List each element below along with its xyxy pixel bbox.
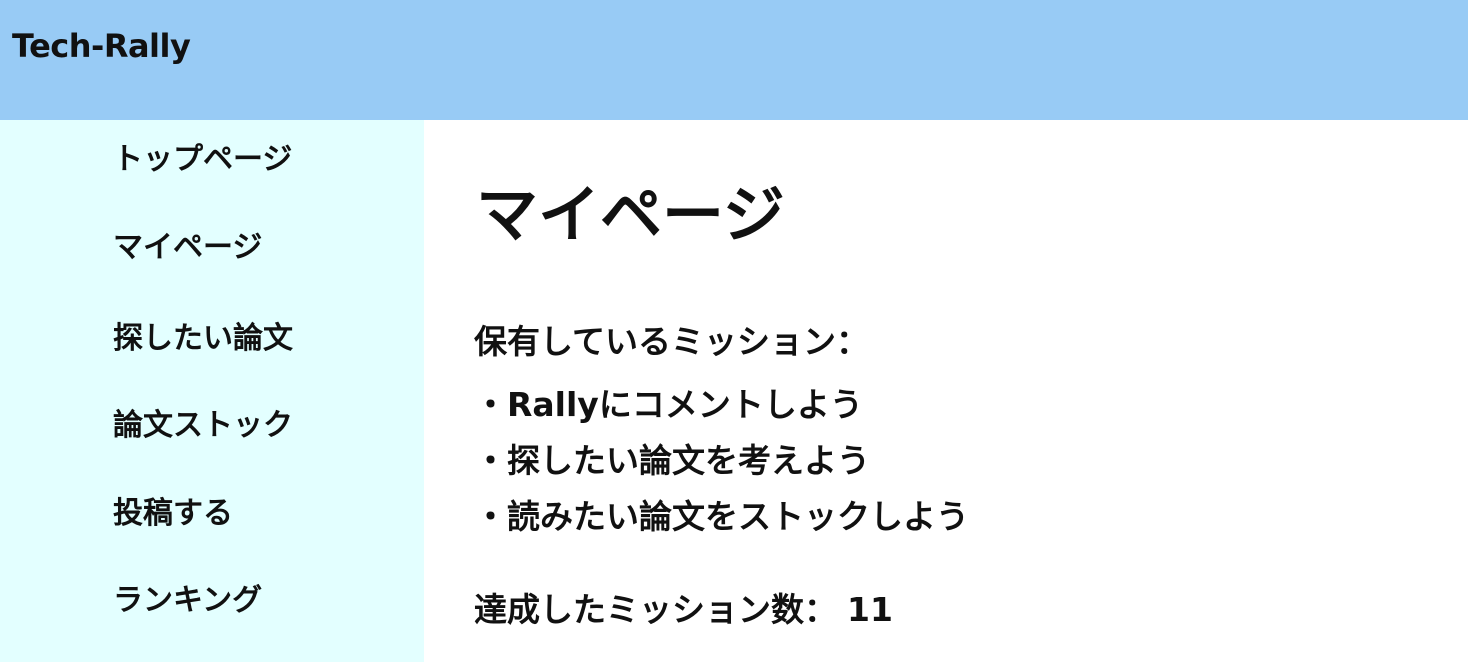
mission-item: ・読みたい論文をストックしよう (474, 497, 969, 536)
mission-item: ・Rallyにコメントしよう (474, 385, 863, 424)
page-title: マイページ (476, 178, 785, 251)
sidebar-item-post[interactable]: 投稿する (113, 496, 233, 532)
missions-label: 保有しているミッション： (474, 322, 870, 361)
sidebar-item-my-page[interactable]: マイページ (113, 230, 262, 266)
sidebar-item-top-page[interactable]: トップページ (113, 142, 292, 178)
main-content: マイページ 保有しているミッション： ・Rallyにコメントしよう ・探したい論… (424, 120, 1468, 662)
sidebar-item-paper-stock[interactable]: 論文ストック (113, 408, 293, 444)
sidebar: トップページ マイページ 探したい論文 論文ストック 投稿する ランキング (0, 120, 424, 662)
brand-logo-link[interactable]: Tech-Rally (12, 26, 191, 66)
achieved-missions-label: 達成したミッション数： (474, 590, 837, 629)
achieved-missions-row: 達成したミッション数： 11 (474, 590, 893, 630)
sidebar-item-ranking[interactable]: ランキング (113, 583, 262, 619)
app-header: Tech-Rally (0, 0, 1468, 120)
mission-list: ・Rallyにコメントしよう ・探したい論文を考えよう ・読みたい論文をストック… (474, 377, 969, 545)
sidebar-item-wanted-papers[interactable]: 探したい論文 (113, 321, 293, 357)
achieved-missions-count: 11 (847, 590, 893, 629)
mission-item: ・探したい論文を考えよう (474, 441, 870, 480)
